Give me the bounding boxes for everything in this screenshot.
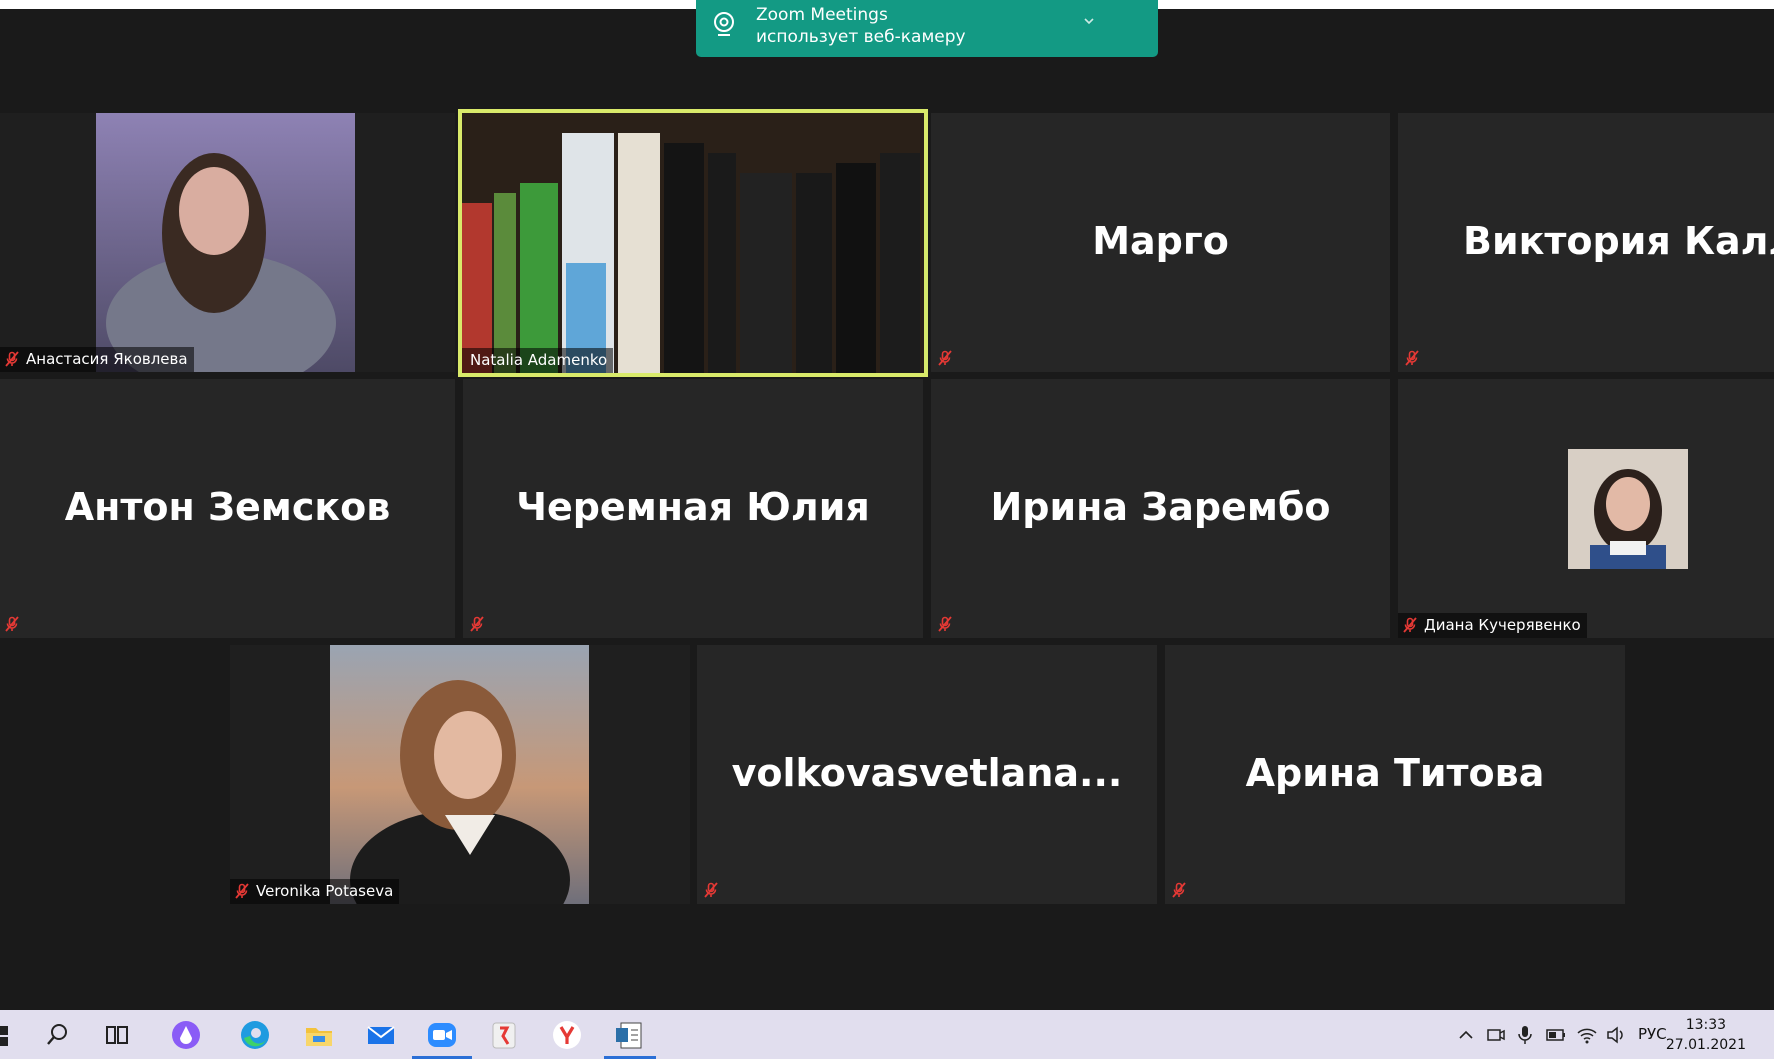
participant-name-label: Veronika Potaseva [230,879,400,904]
system-clock[interactable]: 13:33 27.01.2021 [1666,1015,1746,1055]
muted-mic-icon [469,616,485,632]
participant-display-name: Арина Титова [1245,751,1545,795]
muted-mic-icon [937,350,953,366]
participant-video [96,113,355,372]
windows-start-icon[interactable] [0,1018,16,1052]
yandex-icon[interactable] [550,1018,584,1052]
document-app-icon[interactable] [612,1018,646,1052]
microphone-icon[interactable] [1514,1024,1536,1046]
yandex-browser-icon[interactable] [487,1018,521,1052]
notification-text: использует веб-камеру [756,27,966,47]
participant-name: Natalia Adamenko [470,351,608,369]
notification-title: Zoom Meetings [756,5,888,25]
participant-tile[interactable]: Анастасия Яковлева [0,113,455,372]
participant-tile[interactable]: Ирина Зарембо [931,379,1390,638]
participant-video [330,645,589,904]
participant-tile[interactable]: Veronika Potaseva [230,645,690,904]
wifi-icon[interactable] [1576,1024,1598,1046]
participant-name: Veronika Potaseva [256,882,394,900]
participant-tile[interactable]: Антон Земсков [0,379,455,638]
participant-tile[interactable]: Виктория Калл... [1398,113,1774,372]
participant-tile[interactable]: Арина Титова [1165,645,1625,904]
participant-display-name: Марго [1092,219,1229,263]
participant-display-name: Виктория Калл... [1463,219,1774,263]
participant-tile[interactable]: Диана Кучерявенко [1398,379,1774,638]
chevron-down-icon[interactable] [1082,14,1096,28]
participant-name: Диана Кучерявенко [1424,616,1581,634]
volume-icon[interactable] [1605,1024,1627,1046]
participant-display-name: Антон Земсков [64,485,391,529]
muted-mic-icon [703,882,719,898]
participant-display-name: Ирина Зарембо [990,485,1331,529]
participant-name-label: Диана Кучерявенко [1398,613,1587,638]
windows-taskbar: РУС 13:33 27.01.2021 [0,1010,1774,1059]
muted-mic-icon [1402,617,1418,633]
participant-tile[interactable]: volkovasvetlana... [697,645,1157,904]
task-view-icon[interactable] [100,1018,134,1052]
participant-display-name: Черемная Юлия [516,485,870,529]
muted-mic-icon [1171,882,1187,898]
participant-display-name: volkovasvetlana... [731,751,1123,795]
search-icon[interactable] [40,1018,74,1052]
muted-mic-icon [1404,350,1420,366]
language-indicator[interactable]: РУС [1638,1025,1667,1043]
alice-icon[interactable] [169,1018,203,1052]
edge-icon[interactable] [238,1018,272,1052]
webcam-icon [714,12,734,36]
participant-name: Анастасия Яковлева [26,350,188,368]
muted-mic-icon [234,883,250,899]
zoom-icon[interactable] [425,1018,459,1052]
battery-icon[interactable] [1545,1024,1567,1046]
participant-tile-active-speaker[interactable]: Natalia Adamenko [458,109,928,377]
participant-tile[interactable]: Черемная Юлия [463,379,923,638]
participant-video [462,113,924,373]
chevron-up-icon[interactable] [1455,1024,1477,1046]
clock-time: 13:33 [1685,1017,1727,1033]
clock-date: 27.01.2021 [1665,1037,1746,1053]
muted-mic-icon [4,351,20,367]
participant-tile[interactable]: Марго [931,113,1390,372]
participant-avatar [1568,449,1688,569]
participant-name-label: Natalia Adamenko [462,348,614,373]
muted-mic-icon [937,616,953,632]
camera-tray-icon[interactable] [1485,1024,1507,1046]
mail-icon[interactable] [364,1018,398,1052]
participant-name-label: Анастасия Яковлева [0,347,194,372]
webcam-notification[interactable]: Zoom Meetings использует веб-камеру [696,0,1158,57]
muted-mic-icon [4,616,20,632]
file-explorer-icon[interactable] [302,1018,336,1052]
